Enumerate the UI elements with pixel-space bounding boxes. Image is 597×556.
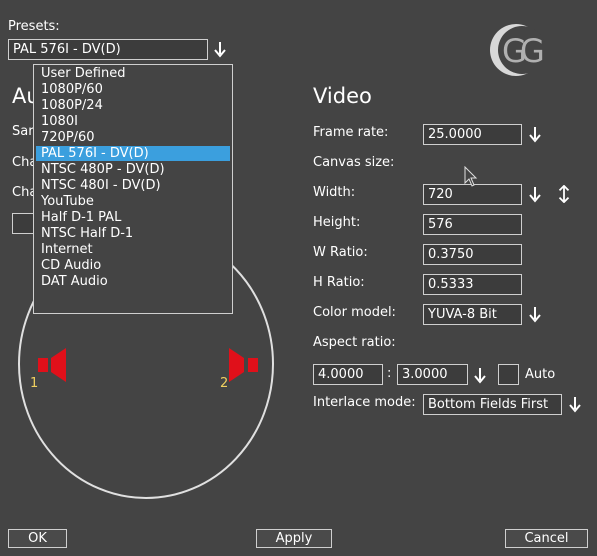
preset-option[interactable]: DAT Audio <box>36 274 230 289</box>
h-ratio-label: H Ratio: <box>313 275 365 290</box>
interlace-mode-field[interactable]: Bottom Fields First <box>423 394 562 415</box>
width-label: Width: <box>313 185 356 200</box>
preset-option[interactable]: Half D-1 PAL <box>36 210 230 225</box>
auto-label: Auto <box>525 367 556 382</box>
speaker-1-label: 1 <box>30 376 39 391</box>
height-label: Height: <box>313 215 361 230</box>
aspect-dropdown-arrow-icon[interactable] <box>473 367 487 385</box>
preset-option[interactable]: CD Audio <box>36 258 230 273</box>
preset-option[interactable]: NTSC Half D-1 <box>36 226 230 241</box>
color-model-dropdown-arrow-icon[interactable] <box>528 306 542 324</box>
aspect-ratio-label: Aspect ratio: <box>313 335 396 350</box>
cinelerra-logo-icon: G G <box>490 24 546 76</box>
height-field[interactable]: 576 <box>423 214 522 235</box>
aspect-separator: : <box>387 366 392 381</box>
presets-dropdown-arrow-icon[interactable] <box>213 41 227 59</box>
preset-option[interactable]: 1080P/24 <box>36 98 230 113</box>
frame-rate-dropdown-arrow-icon[interactable] <box>528 126 542 144</box>
color-model-label: Color model: <box>313 305 396 320</box>
swap-dimensions-icon[interactable] <box>557 185 571 203</box>
w-ratio-label: W Ratio: <box>313 245 368 260</box>
preset-option[interactable]: 1080I <box>36 114 230 129</box>
speaker-2-label: 2 <box>220 376 229 391</box>
canvas-size-label: Canvas size: <box>313 155 395 170</box>
interlace-mode-label: Interlace mode: <box>313 395 416 410</box>
svg-text:G: G <box>520 32 545 70</box>
aspect-height-field[interactable]: 3.0000 <box>397 364 468 385</box>
aspect-width-field[interactable]: 4.0000 <box>313 364 383 385</box>
presets-dropdown-list[interactable]: User Defined 1080P/60 1080P/24 1080I 720… <box>33 64 233 314</box>
cancel-button[interactable]: Cancel <box>505 529 588 548</box>
audio-samplerate-label: Sar <box>12 124 34 139</box>
interlace-dropdown-arrow-icon[interactable] <box>568 396 582 414</box>
preset-option[interactable]: Internet <box>36 242 230 257</box>
preset-option[interactable]: 1080P/60 <box>36 82 230 97</box>
h-ratio-field[interactable]: 0.5333 <box>423 274 522 295</box>
frame-rate-label: Frame rate: <box>313 125 389 140</box>
preset-option[interactable]: YouTube <box>36 194 230 209</box>
presets-select[interactable]: PAL 576I - DV(D) <box>8 39 208 60</box>
preset-option[interactable]: NTSC 480I - DV(D) <box>36 178 230 193</box>
preset-option[interactable]: 720P/60 <box>36 130 230 145</box>
frame-rate-field[interactable]: 25.0000 <box>423 124 522 145</box>
w-ratio-field[interactable]: 0.3750 <box>423 244 522 265</box>
preset-option-selected[interactable]: PAL 576I - DV(D) <box>36 146 230 161</box>
apply-button[interactable]: Apply <box>256 529 332 548</box>
preset-option[interactable]: NTSC 480P - DV(D) <box>36 162 230 177</box>
mouse-cursor-icon <box>464 166 478 187</box>
ok-button[interactable]: OK <box>8 529 67 548</box>
presets-label: Presets: <box>8 19 60 34</box>
auto-checkbox[interactable] <box>498 364 519 385</box>
preset-option[interactable]: User Defined <box>36 66 230 81</box>
color-model-field[interactable]: YUVA-8 Bit <box>423 304 522 325</box>
width-dropdown-arrow-icon[interactable] <box>528 186 542 204</box>
video-heading: Video <box>313 84 372 108</box>
